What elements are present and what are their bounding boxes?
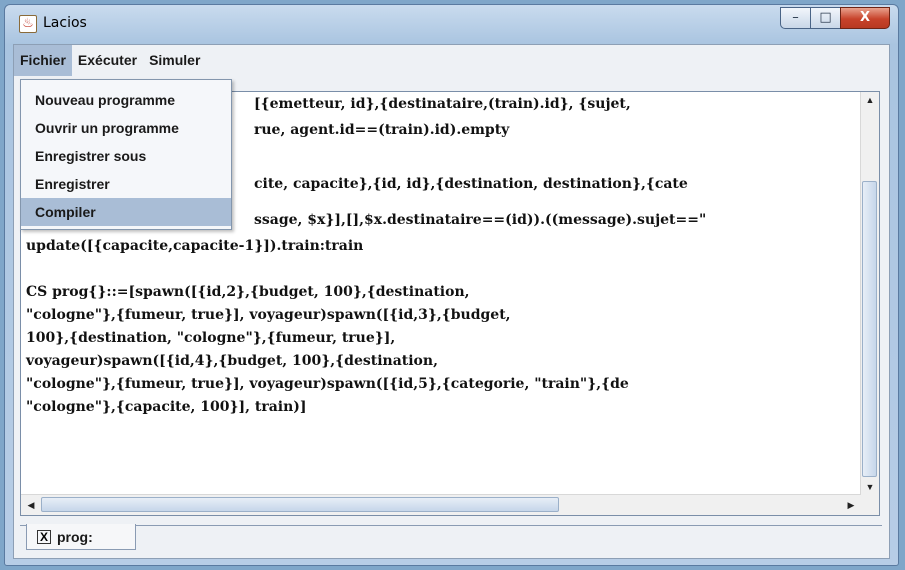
tab-prog[interactable]: X prog: [26,524,136,550]
menu-bar: Fichier Exécuter Simuler [14,45,889,76]
close-button[interactable]: X [840,7,890,29]
close-tab-icon[interactable]: X [37,529,51,544]
tab-label: prog: [57,528,93,545]
menu-item-compiler[interactable]: Compiler [21,198,231,226]
menu-item-enregistrer[interactable]: Enregistrer [21,170,231,198]
code-line: "cologne"},{fumeur, true}], voyageur)spa… [26,307,511,323]
code-line: [{emetteur, id},{destinataire,(train).id… [254,96,631,112]
vertical-scroll-thumb[interactable] [862,181,877,477]
scroll-down-arrow-icon[interactable]: ▼ [862,479,878,495]
code-line: cite, capacite},{id, id},{destination, d… [254,176,688,192]
title-bar[interactable]: ♨ Lacios – □ X [5,5,898,43]
window-controls: – □ X [780,7,890,29]
menu-item-nouveau-programme[interactable]: Nouveau programme [21,86,231,114]
menu-item-ouvrir-programme[interactable]: Ouvrir un programme [21,114,231,142]
java-cup-icon[interactable]: ♨ [19,15,37,33]
scroll-up-arrow-icon[interactable]: ▲ [862,92,878,108]
code-line: "cologne"},{fumeur, true}], voyageur)spa… [26,376,629,392]
scroll-left-arrow-icon[interactable]: ◀ [23,497,39,513]
scroll-right-arrow-icon[interactable]: ▶ [843,497,859,513]
tab-bar: X prog: [20,524,882,554]
horizontal-scroll-thumb[interactable] [41,497,559,512]
code-line: 100},{destination, "cologne"},{fumeur, t… [26,330,396,346]
vertical-scrollbar[interactable]: ▲ ▼ [860,92,879,495]
code-line: voyageur)spawn([{id,4},{budget, 100},{de… [26,353,438,369]
menu-item-enregistrer-sous[interactable]: Enregistrer sous [21,142,231,170]
code-line: ssage, $x}],[],$x.destinataire==(id)).((… [254,212,707,228]
menu-executer[interactable]: Exécuter [72,45,143,76]
maximize-button[interactable]: □ [810,7,840,29]
menu-fichier[interactable]: Fichier [14,45,72,76]
fichier-dropdown-menu: Nouveau programme Ouvrir un programme En… [20,79,232,230]
horizontal-scrollbar[interactable]: ◀ ▶ [21,494,861,515]
code-line: update([{capacite,capacite-1}]).train:tr… [26,238,364,254]
scroll-corner [861,495,879,515]
window-title: Lacios [43,15,87,31]
code-line: CS prog{}::=[spawn([{id,2},{budget, 100}… [26,284,470,300]
code-line: rue, agent.id==(train).id).empty [254,122,510,138]
menu-simuler[interactable]: Simuler [143,45,206,76]
code-line: "cologne"},{capacite, 100}], train)] [26,399,307,415]
minimize-button[interactable]: – [780,7,810,29]
